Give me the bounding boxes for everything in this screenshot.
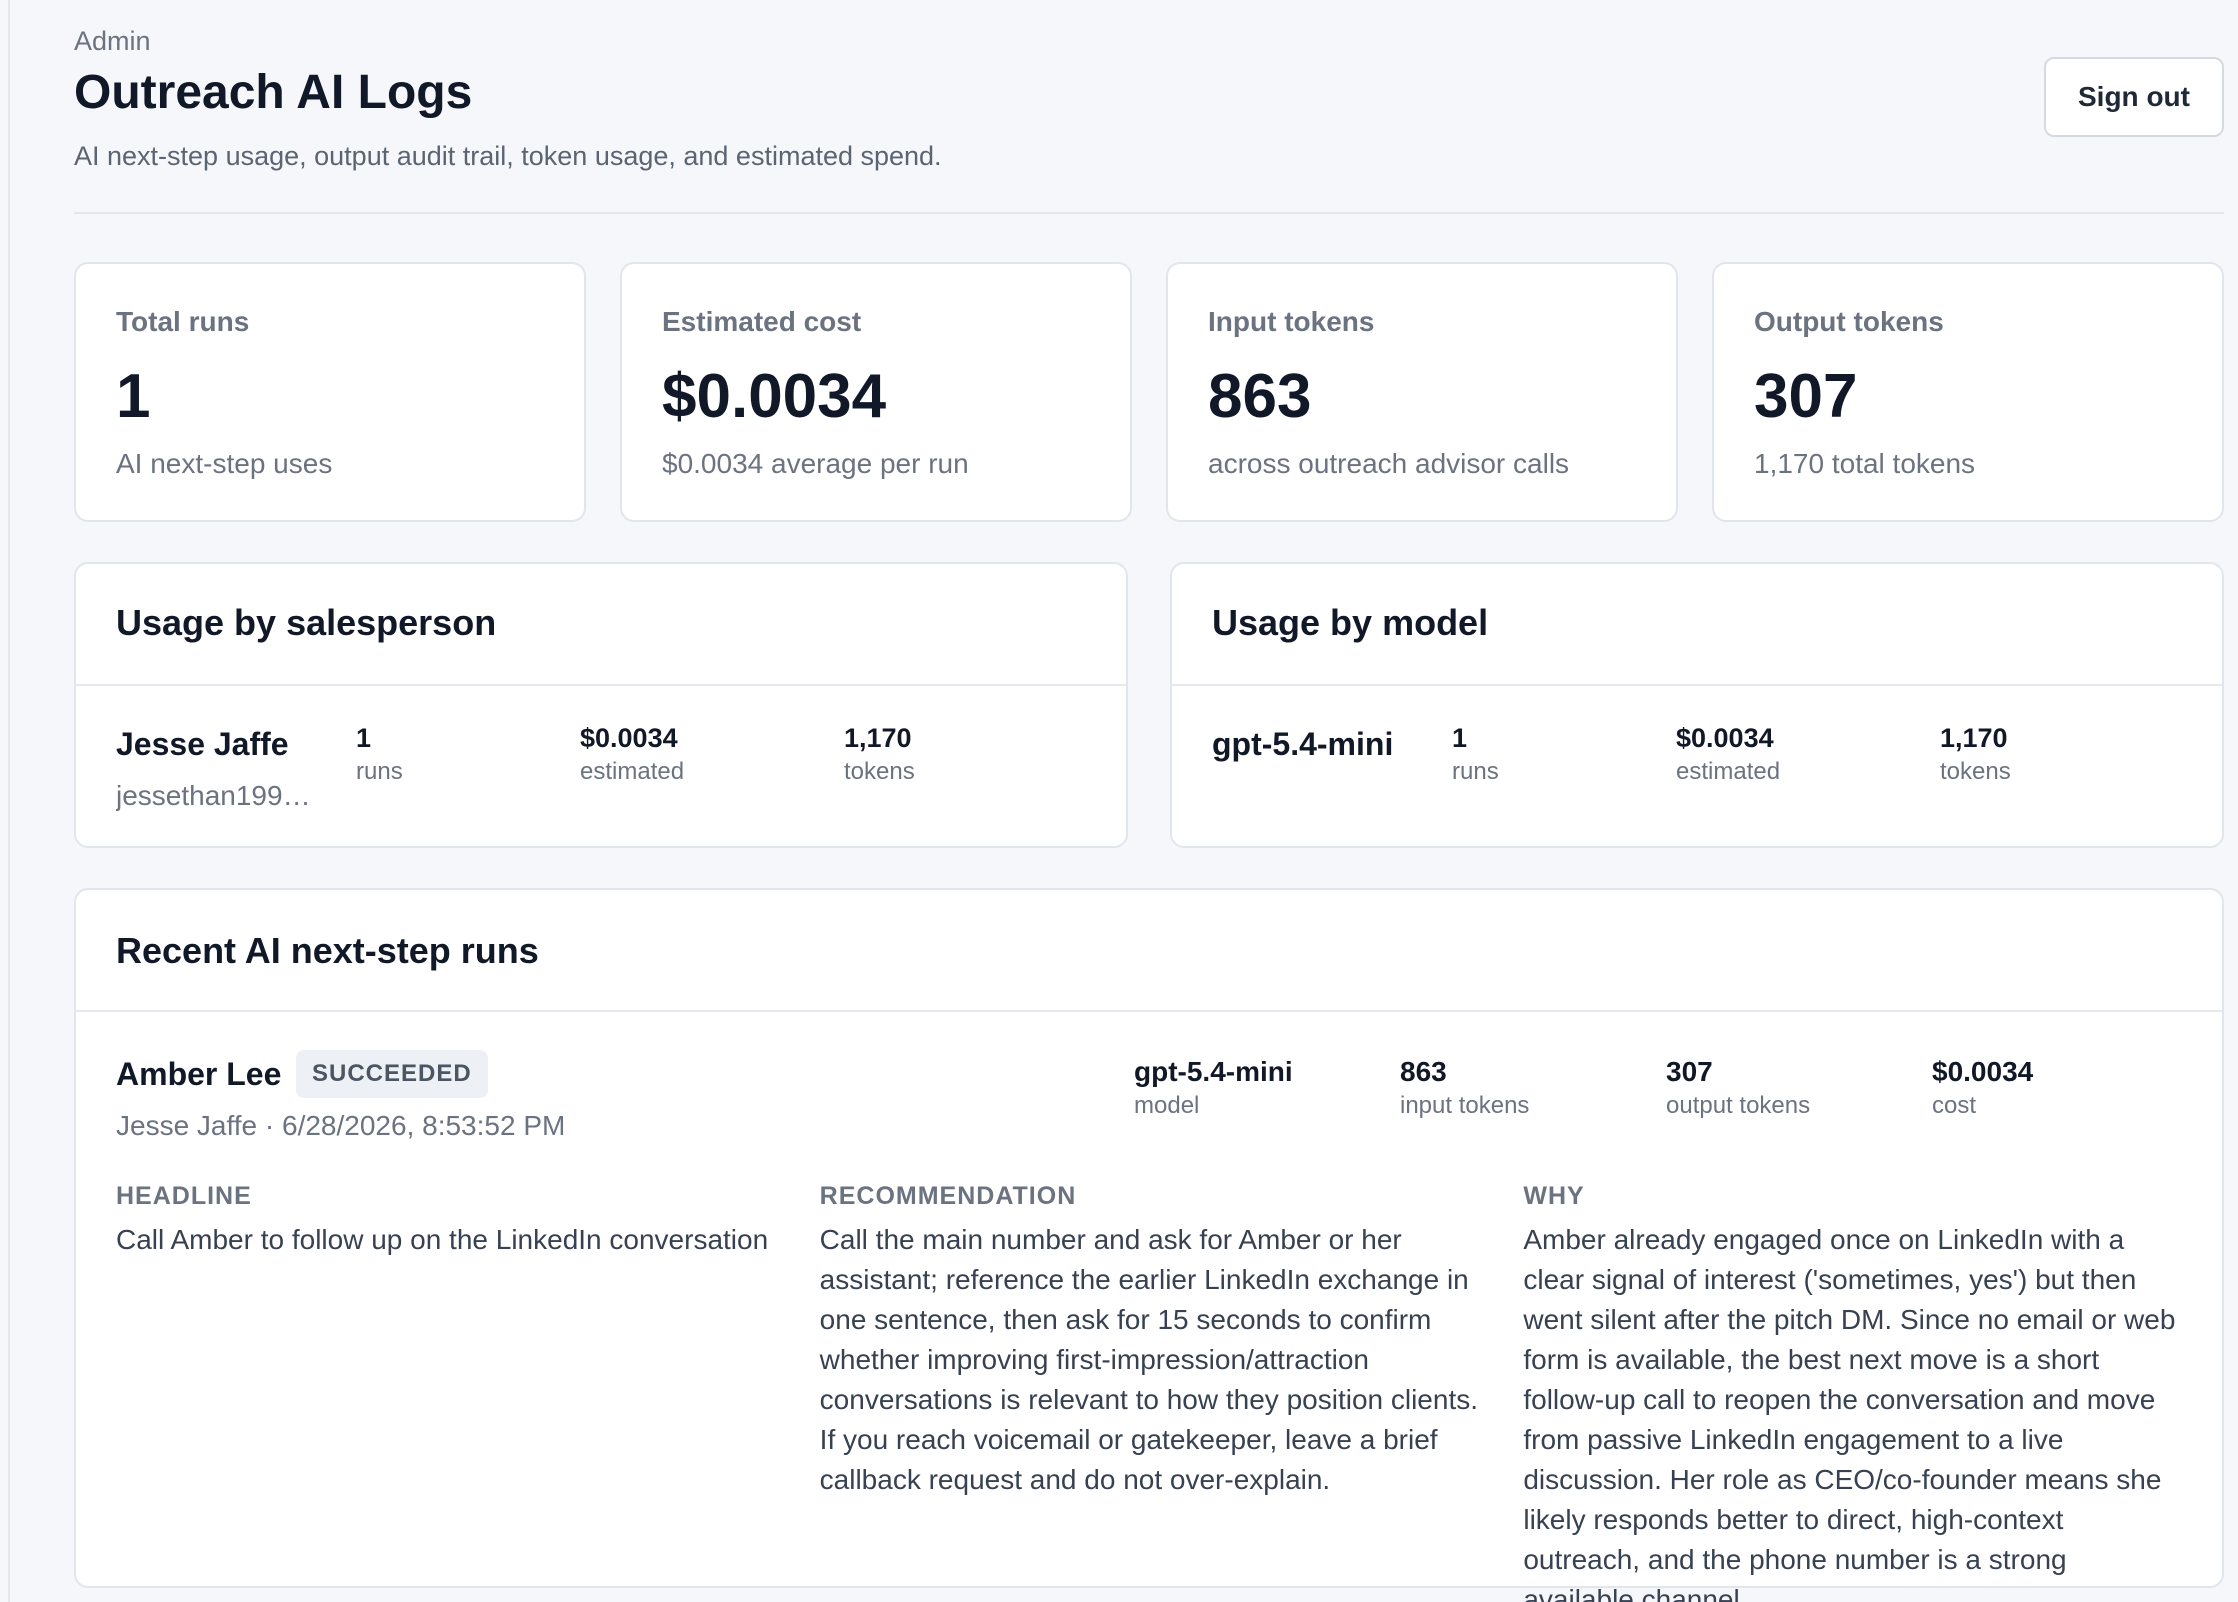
- cost-label: cost: [1932, 1092, 1977, 1119]
- tokens-label: tokens: [844, 758, 915, 785]
- tokens-label: tokens: [1940, 758, 2011, 785]
- stat-card-input-tokens: Input tokens 863 across outreach advisor…: [1166, 262, 1678, 522]
- panel-header: Usage by model: [1172, 564, 2222, 686]
- why-column: WHY Amber already engaged once on Linked…: [1523, 1180, 2182, 1602]
- why-label: WHY: [1523, 1182, 1585, 1210]
- stat-label: Input tokens: [1208, 306, 1375, 337]
- cost-metric: $0.0034 estimated: [580, 720, 684, 788]
- run-cost-metric: $0.0034 cost: [1932, 1054, 2033, 1122]
- headline-column: HEADLINE Call Amber to follow up on the …: [116, 1180, 775, 1602]
- recommendation-column: RECOMMENDATION Call the main number and …: [820, 1180, 1479, 1602]
- panel-title: Recent AI next-step runs: [116, 930, 539, 971]
- stat-subtext: AI next-step uses: [116, 448, 333, 479]
- stats-row: Total runs 1 AI next-step uses Estimated…: [74, 262, 2224, 522]
- stat-subtext: 1,170 total tokens: [1754, 448, 1976, 479]
- run-contact-name: Amber Lee: [116, 1056, 282, 1092]
- input-tokens-label: input tokens: [1400, 1092, 1530, 1119]
- salesperson-name: Jesse Jaffe: [116, 726, 289, 762]
- tokens-metric: 1,170 tokens: [844, 720, 915, 788]
- run-output-tokens-metric: 307 output tokens: [1666, 1054, 1810, 1122]
- stat-value: 863: [1208, 362, 1312, 431]
- cost-value: $0.0034: [1676, 723, 1774, 753]
- stat-card-output-tokens: Output tokens 307 1,170 total tokens: [1712, 262, 2224, 522]
- panel-header: Recent AI next-step runs: [76, 890, 2222, 1012]
- tokens-metric: 1,170 tokens: [1940, 720, 2011, 788]
- headline-label: HEADLINE: [116, 1182, 252, 1210]
- stat-subtext: across outreach advisor calls: [1208, 448, 1570, 479]
- run-details: HEADLINE Call Amber to follow up on the …: [116, 1180, 2182, 1602]
- usage-by-salesperson-panel: Usage by salesperson Jesse Jaffe jesseth…: [74, 562, 1128, 848]
- input-tokens-value: 863: [1400, 1056, 1447, 1087]
- headline-text: Call Amber to follow up on the LinkedIn …: [116, 1224, 769, 1255]
- usage-by-model-panel: Usage by model gpt-5.4-mini 1 runs $0.00…: [1170, 562, 2224, 848]
- runs-value: 1: [1452, 723, 1468, 753]
- output-tokens-label: output tokens: [1666, 1092, 1811, 1119]
- panel-title: Usage by salesperson: [116, 602, 497, 643]
- page-title: Outreach AI Logs: [74, 66, 473, 119]
- admin-page: Admin Outreach AI Logs AI next-step usag…: [8, 0, 2238, 1602]
- stat-card-estimated-cost: Estimated cost $0.0034 $0.0034 average p…: [620, 262, 1132, 522]
- run-model-metric: gpt-5.4-mini model: [1134, 1054, 1293, 1122]
- model-row: gpt-5.4-mini 1 runs $0.0034 estimated 1,…: [1172, 686, 2222, 848]
- cost-metric: $0.0034 estimated: [1676, 720, 1780, 788]
- panel-title: Usage by model: [1212, 602, 1489, 643]
- panel-header: Usage by salesperson: [76, 564, 1126, 686]
- why-text: Amber already engaged once on LinkedIn w…: [1523, 1224, 2176, 1602]
- cost-value: $0.0034: [580, 723, 678, 753]
- page-header: Admin Outreach AI Logs AI next-step usag…: [74, 0, 2224, 214]
- salesperson-email: jessethan1990…: [116, 780, 326, 811]
- recent-runs-panel: Recent AI next-step runs Amber Lee SUCCE…: [74, 888, 2224, 1602]
- tokens-value: 1,170: [1940, 723, 2008, 753]
- runs-metric: 1 runs: [356, 720, 403, 788]
- runs-metric: 1 runs: [1452, 720, 1499, 788]
- run-entry: Amber Lee SUCCEEDED Jesse Jaffe · 6/28/2…: [76, 1012, 2222, 1602]
- recommendation-text: Call the main number and ask for Amber o…: [819, 1224, 1479, 1495]
- page-subtitle: AI next-step usage, output audit trail, …: [74, 141, 942, 171]
- stat-label: Estimated cost: [662, 306, 862, 337]
- tokens-value: 1,170: [844, 723, 912, 753]
- salesperson-row: Jesse Jaffe jessethan1990… 1 runs $0.003…: [76, 686, 1126, 848]
- stat-value: $0.0034: [662, 362, 887, 431]
- cost-label: estimated: [1676, 758, 1781, 785]
- stat-card-total-runs: Total runs 1 AI next-step uses: [74, 262, 586, 522]
- status-badge: SUCCEEDED: [296, 1050, 488, 1098]
- cost-label: estimated: [580, 758, 685, 785]
- run-input-tokens-metric: 863 input tokens: [1400, 1054, 1529, 1122]
- runs-label: runs: [356, 758, 403, 785]
- usage-row: Usage by salesperson Jesse Jaffe jesseth…: [74, 562, 2224, 848]
- runs-label: runs: [1452, 758, 1499, 785]
- sign-out-button[interactable]: Sign out: [2044, 57, 2224, 137]
- stat-value: 307: [1754, 362, 1858, 431]
- model-value: gpt-5.4-mini: [1134, 1056, 1293, 1087]
- runs-value: 1: [356, 723, 372, 753]
- run-meta: Jesse Jaffe · 6/28/2026, 8:53:52 PM: [116, 1110, 566, 1141]
- recommendation-label: RECOMMENDATION: [819, 1182, 1077, 1210]
- stat-label: Total runs: [116, 306, 250, 337]
- model-name: gpt-5.4-mini: [1212, 726, 1394, 762]
- stat-value: 1: [116, 362, 151, 431]
- output-tokens-value: 307: [1666, 1056, 1713, 1087]
- cost-value: $0.0034: [1932, 1056, 2034, 1087]
- stat-subtext: $0.0034 average per run: [662, 448, 969, 479]
- stat-label: Output tokens: [1754, 306, 1944, 337]
- model-label: model: [1134, 1092, 1200, 1119]
- page-eyebrow: Admin: [74, 26, 151, 56]
